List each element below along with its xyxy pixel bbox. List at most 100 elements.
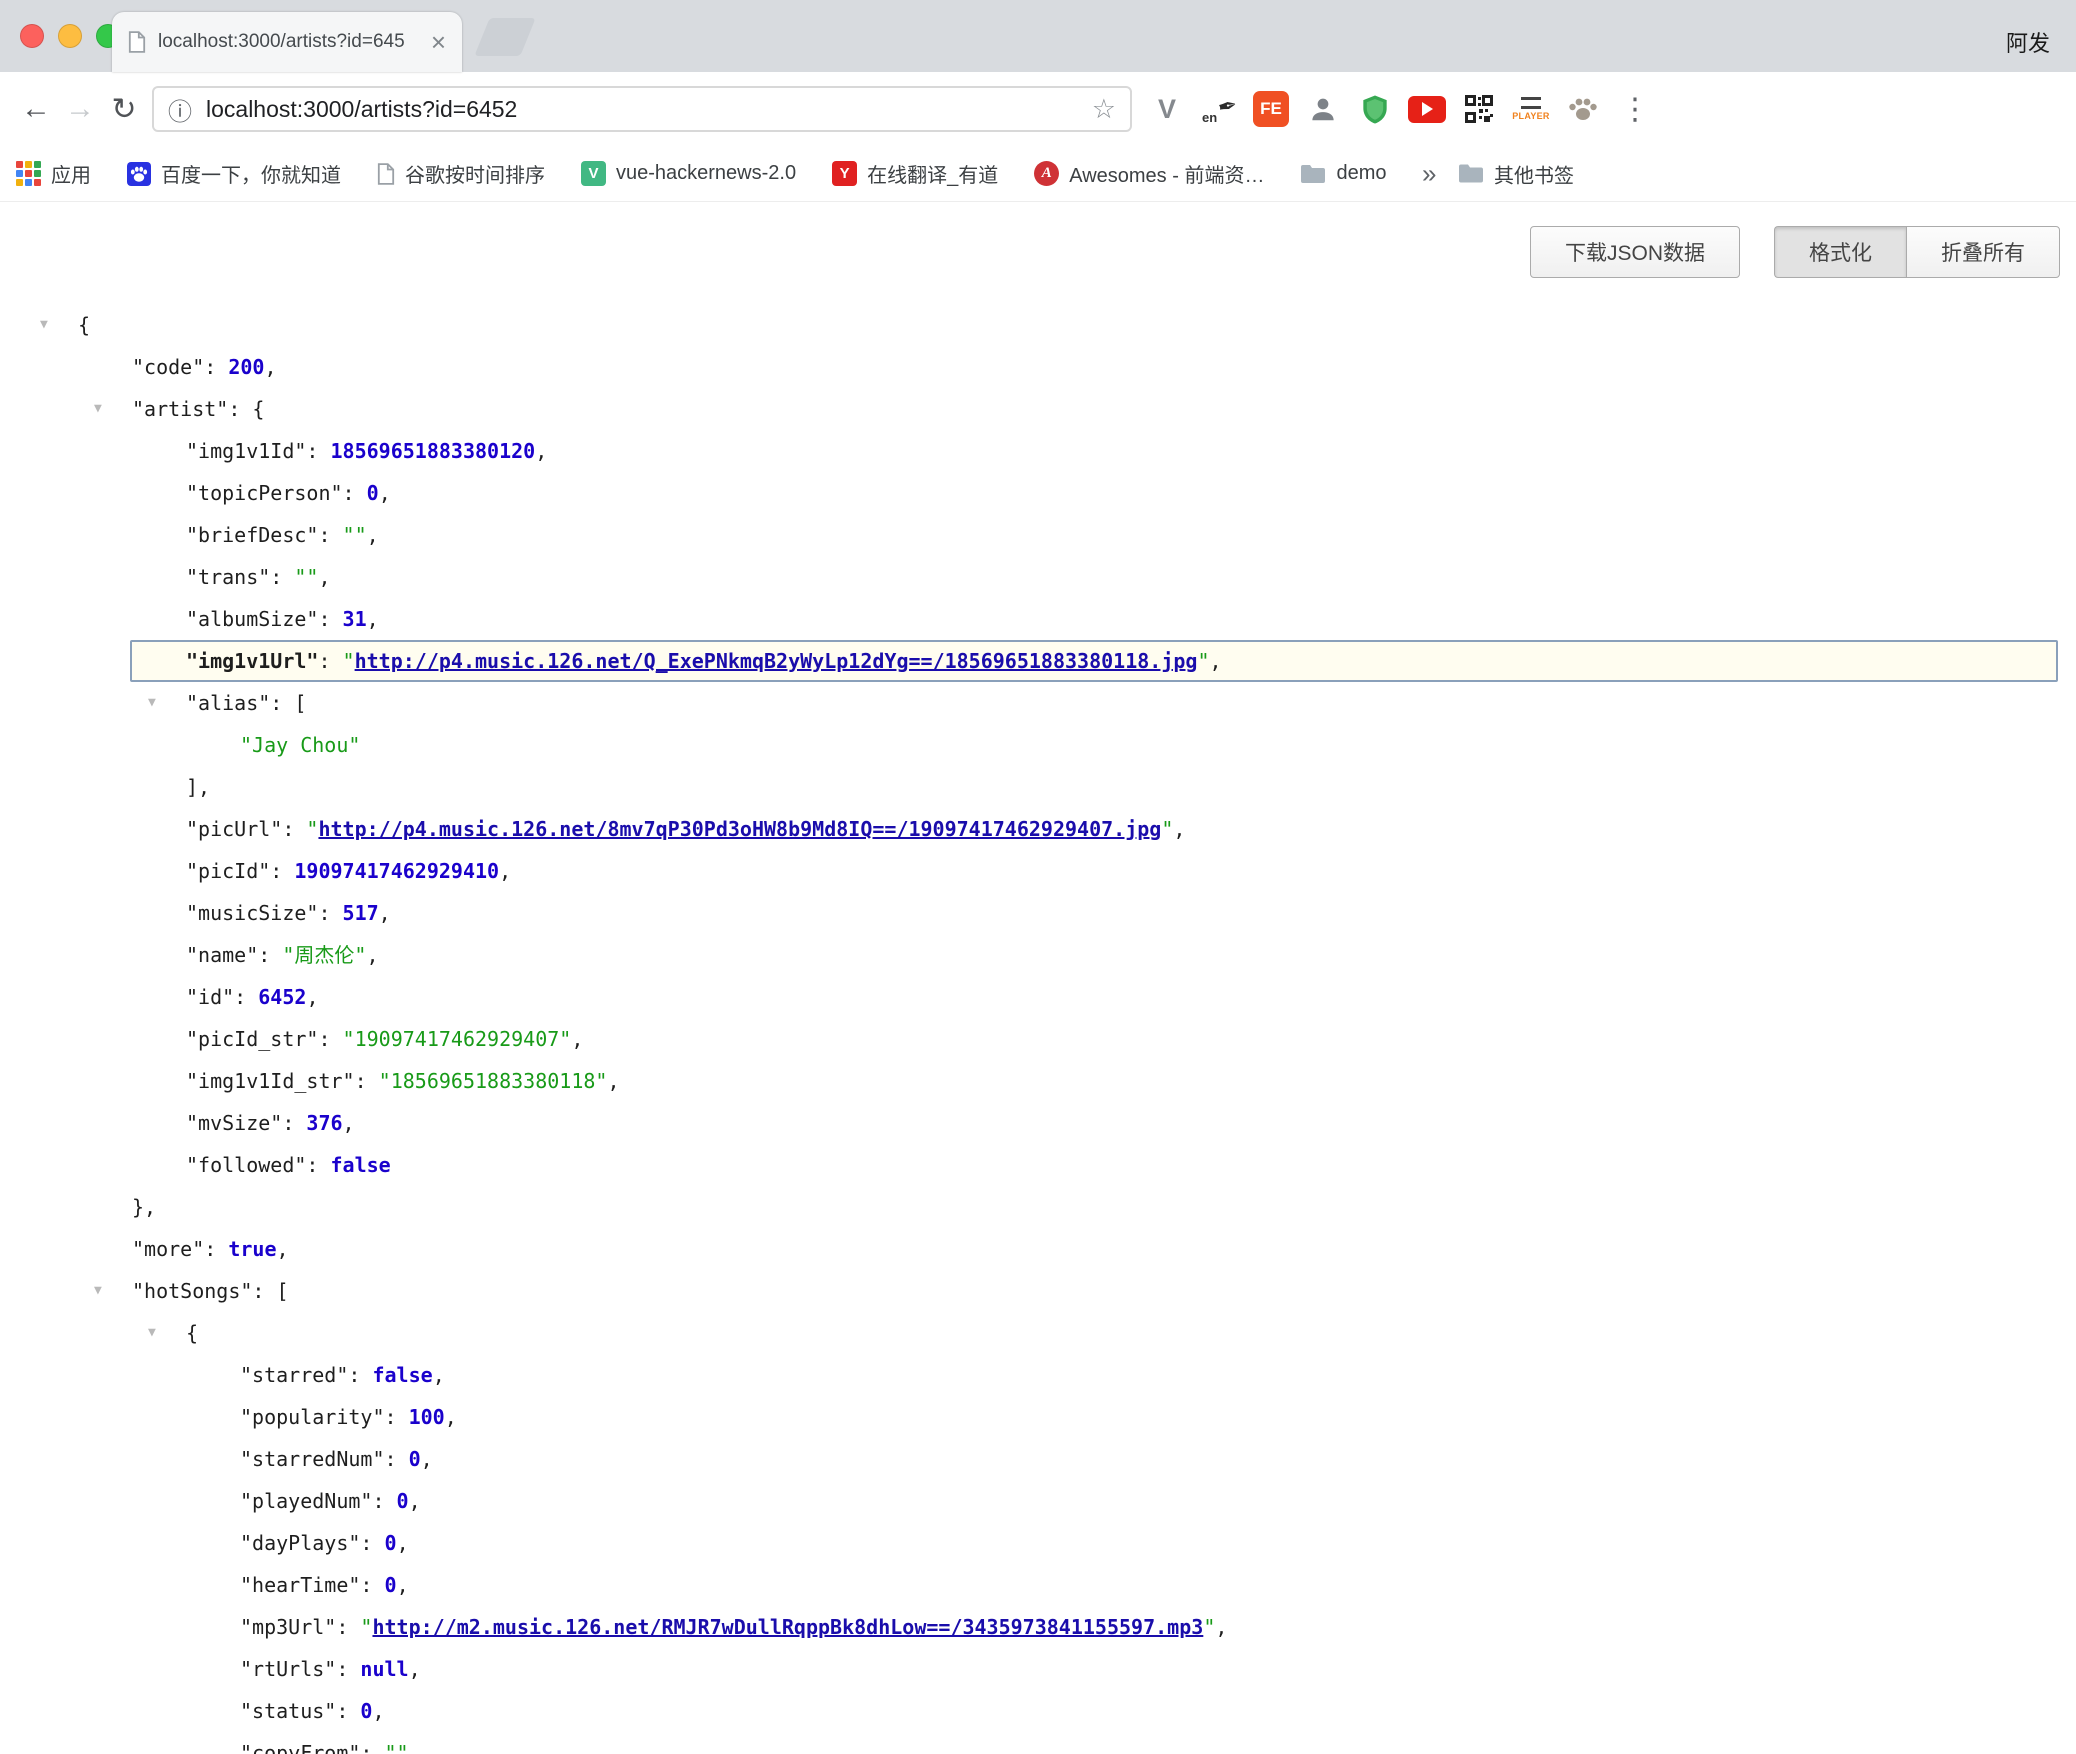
youtube-icon — [1408, 96, 1446, 123]
download-json-button[interactable]: 下载JSON数据 — [1530, 226, 1740, 278]
player-extension-button[interactable]: PLAYER — [1512, 89, 1550, 129]
json-token-key: "playedNum" — [240, 1489, 372, 1513]
page-document-icon — [128, 31, 146, 53]
shield-icon — [1361, 94, 1389, 125]
fe-extension-button[interactable]: FE — [1252, 89, 1290, 129]
vimium-extension-button[interactable]: V — [1148, 89, 1186, 129]
format-button[interactable]: 格式化 — [1774, 226, 1906, 278]
json-token-q: " — [1197, 649, 1209, 673]
json-token-p: , — [433, 1363, 445, 1387]
forward-icon[interactable]: → — [58, 92, 102, 126]
json-token-p: , — [397, 1531, 409, 1555]
json-line: "picId": 19097417462929410, — [0, 850, 2076, 892]
bookmark-youdao-translate[interactable]: Y 在线翻译_有道 — [832, 159, 998, 188]
json-token-p: : — [385, 1405, 409, 1429]
page-content: 下载JSON数据 格式化 折叠所有 ▼{"code": 200,▼"artist… — [0, 202, 2076, 1754]
json-token-p: , — [372, 1699, 384, 1723]
json-token-p: : — [282, 817, 306, 841]
json-token-p: , — [535, 439, 547, 463]
json-line: "img1v1Id_str": "18569651883380118", — [0, 1060, 2076, 1102]
youtube-extension-button[interactable] — [1408, 89, 1446, 129]
adblock-extension-button[interactable] — [1356, 89, 1394, 129]
json-token-bool: false — [372, 1363, 432, 1387]
json-token-p: : — [336, 1615, 360, 1639]
json-token-p: : — [348, 1363, 372, 1387]
json-token-p: [ — [277, 1279, 289, 1303]
json-token-str: "18569651883380118" — [379, 1069, 608, 1093]
close-window-button[interactable] — [20, 24, 44, 48]
collapse-toggle-icon[interactable]: ▼ — [94, 388, 102, 430]
json-token-p: , — [379, 901, 391, 925]
json-token-p: : — [360, 1531, 384, 1555]
bookmarks-overflow-chevron[interactable]: » — [1422, 158, 1436, 189]
json-token-p: : — [336, 1699, 360, 1723]
collapse-all-button[interactable]: 折叠所有 — [1906, 226, 2060, 278]
json-url-link[interactable]: http://p4.music.126.net/8mv7qP30Pd3oHW8b… — [318, 817, 1161, 841]
json-token-key: "img1v1Url" — [186, 649, 318, 673]
format-toggle-group: 格式化 折叠所有 — [1774, 226, 2060, 278]
json-token-p: , — [1210, 649, 1222, 673]
json-token-num: 19097417462929410 — [294, 859, 499, 883]
browser-tab[interactable]: localhost:3000/artists?id=645 × — [112, 12, 462, 72]
back-icon[interactable]: ← — [14, 92, 58, 126]
youdao-icon: Y — [832, 161, 857, 186]
page-info-icon[interactable]: ⓘ — [168, 92, 192, 127]
bookmark-awesomes[interactable]: A Awesomes - 前端资… — [1034, 159, 1264, 188]
json-line: "mvSize": 376, — [0, 1102, 2076, 1144]
dictionary-extension-button[interactable]: ✒ en — [1200, 89, 1238, 129]
page-document-icon — [377, 163, 395, 185]
profile-extension-button[interactable] — [1304, 89, 1342, 129]
json-token-null: null — [360, 1657, 408, 1681]
json-token-p: : — [270, 691, 294, 715]
json-token-key: "picUrl" — [186, 817, 282, 841]
json-token-str: "周杰伦" — [282, 943, 366, 967]
json-token-str: "" — [343, 523, 367, 547]
json-token-p: : — [318, 523, 342, 547]
json-line: "musicSize": 517, — [0, 892, 2076, 934]
new-tab-button[interactable] — [474, 18, 535, 56]
bookmark-vue-hackernews[interactable]: V vue-hackernews-2.0 — [581, 161, 796, 186]
tab-title: localhost:3000/artists?id=645 — [158, 31, 419, 53]
collapse-toggle-icon[interactable]: ▼ — [148, 682, 156, 724]
bookmark-baidu[interactable]: 百度一下，你就知道 — [127, 159, 341, 188]
browser-menu-button[interactable]: ⋮ — [1616, 89, 1654, 129]
reload-icon[interactable]: ↻ — [102, 92, 146, 127]
json-token-p: { — [252, 397, 264, 421]
other-bookmarks-folder[interactable]: 其他书签 — [1458, 159, 1574, 188]
folder-icon — [1458, 164, 1484, 184]
json-token-p: : — [204, 1237, 228, 1261]
json-token-key: "mp3Url" — [240, 1615, 336, 1639]
json-token-str: "19097417462929407" — [343, 1027, 572, 1051]
json-line: ▼{ — [0, 304, 2076, 346]
json-line: "status": 0, — [0, 1690, 2076, 1732]
address-bar[interactable]: ⓘ localhost:3000/artists?id=6452 ☆ — [152, 86, 1132, 132]
paw-extension-button[interactable] — [1564, 89, 1602, 129]
collapse-toggle-icon[interactable]: ▼ — [148, 1312, 156, 1354]
json-token-num: 517 — [343, 901, 379, 925]
bookmark-star-icon[interactable]: ☆ — [1092, 94, 1116, 125]
json-token-p: , — [1215, 1615, 1227, 1639]
json-line: "popularity": 100, — [0, 1396, 2076, 1438]
bookmark-google-sort[interactable]: 谷歌按时间排序 — [377, 159, 545, 188]
json-line-highlighted: "img1v1Url": "http://p4.music.126.net/Q_… — [130, 640, 2058, 682]
json-token-p: : — [282, 1111, 306, 1135]
json-token-p: , — [397, 1573, 409, 1597]
bookmark-apps[interactable]: 应用 — [16, 159, 91, 188]
minimize-window-button[interactable] — [58, 24, 82, 48]
bookmark-demo-folder[interactable]: demo — [1300, 162, 1386, 185]
json-token-q: " — [343, 649, 355, 673]
tab-close-icon[interactable]: × — [431, 29, 446, 55]
qr-code-icon — [1465, 95, 1493, 123]
collapse-toggle-icon[interactable]: ▼ — [94, 1270, 102, 1312]
json-token-q: " — [1203, 1615, 1215, 1639]
json-token-p: : — [270, 565, 294, 589]
collapse-toggle-icon[interactable]: ▼ — [40, 304, 48, 346]
json-line: "followed": false — [0, 1144, 2076, 1186]
json-url-link[interactable]: http://m2.music.126.net/RMJR7wDullRqppBk… — [372, 1615, 1203, 1639]
json-token-key: "picId" — [186, 859, 270, 883]
json-token-key: "id" — [186, 985, 234, 1009]
json-token-p: : — [258, 943, 282, 967]
extension-icons: V ✒ en FE — [1148, 89, 1654, 129]
qr-extension-button[interactable] — [1460, 89, 1498, 129]
json-url-link[interactable]: http://p4.music.126.net/Q_ExePNkmqB2yWyL… — [355, 649, 1198, 673]
